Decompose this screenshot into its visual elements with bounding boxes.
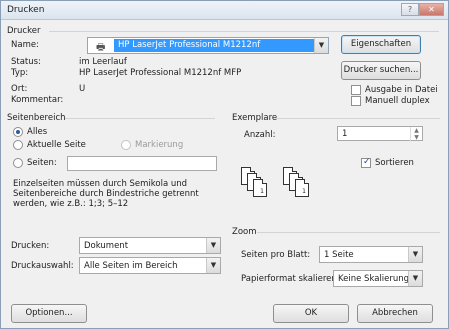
print-what-dropdown[interactable]: Dokument ▼ xyxy=(79,237,221,254)
status-value: im Leerlauf xyxy=(79,57,127,67)
page-range-all-radio[interactable] xyxy=(13,127,23,137)
page-range-pages-label: Seiten: xyxy=(27,158,57,168)
print-to-file-label: Ausgabe in Datei xyxy=(365,85,438,95)
page-range-selection-label: Markierung xyxy=(135,140,184,150)
chevron-down-icon: ▼ xyxy=(206,238,220,253)
page-range-separator xyxy=(65,118,215,119)
page-range-all-label: Alles xyxy=(27,127,48,137)
print-selection-label: Druckauswahl: xyxy=(11,261,74,271)
type-label: Typ: xyxy=(11,68,29,78)
comment-label: Kommentar: xyxy=(11,95,64,105)
properties-button[interactable]: Eigenschaften xyxy=(341,35,421,54)
page-range-hint-1: Einzelseiten müssen durch Semikola und xyxy=(13,179,188,189)
copies-count-label: Anzahl: xyxy=(244,130,276,140)
page-range-current-label: Aktuelle Seite xyxy=(27,140,86,150)
printer-separator xyxy=(49,31,439,32)
window-title: Drucken xyxy=(7,5,45,15)
zoom-title: Zoom xyxy=(232,227,257,237)
page-range-title: Seitenbereich xyxy=(7,113,66,123)
pages-per-sheet-value: 1 Seite xyxy=(324,250,354,260)
close-icon[interactable]: ✕ xyxy=(419,3,444,16)
printer-icon: 🖶 xyxy=(96,42,106,53)
copies-count-value: 1 xyxy=(342,129,348,139)
collate-checkbox[interactable] xyxy=(361,157,371,168)
printer-name-value: HP LaserJet Professional M1212nf xyxy=(114,39,320,52)
chevron-down-icon: ▼ xyxy=(408,271,422,286)
copies-count-input[interactable]: 1 ▲ ▼ xyxy=(337,126,423,142)
chevron-down-icon: ▼ xyxy=(206,258,220,273)
print-dialog: Drucken ? ✕ Drucker Name: 🖶 HP LaserJet … xyxy=(0,0,449,329)
scale-dropdown[interactable]: Keine Skalierung ▼ xyxy=(333,270,423,287)
chevron-down-icon: ▼ xyxy=(314,38,328,53)
copies-separator xyxy=(275,118,440,119)
collate-page-icon: 1 xyxy=(253,179,267,197)
type-value: HP LaserJet Professional M1212nf MFP xyxy=(79,68,242,78)
ok-button[interactable]: OK xyxy=(273,304,349,323)
print-selection-value: Alle Seiten im Bereich xyxy=(84,261,178,271)
chevron-down-icon: ▼ xyxy=(408,247,422,262)
print-selection-dropdown[interactable]: Alle Seiten im Bereich ▼ xyxy=(79,257,221,274)
scale-label: Papierformat skalieren: xyxy=(241,274,340,284)
pages-per-sheet-dropdown[interactable]: 1 Seite ▼ xyxy=(319,246,423,263)
printer-section-title: Drucker xyxy=(7,26,41,36)
collate-page-icon: 1 xyxy=(295,179,309,197)
print-what-value: Dokument xyxy=(84,241,129,251)
title-bar-buttons: ? ✕ xyxy=(401,3,444,16)
print-to-file-checkbox[interactable] xyxy=(351,85,361,95)
page-range-current-radio[interactable] xyxy=(13,140,23,150)
status-label: Status: xyxy=(11,57,41,67)
cancel-button[interactable]: Abbrechen xyxy=(357,304,433,323)
page-range-pages-radio[interactable] xyxy=(13,158,23,168)
location-label: Ort: xyxy=(11,84,28,94)
page-range-selection-radio xyxy=(121,140,131,150)
help-icon[interactable]: ? xyxy=(401,3,419,16)
manual-duplex-label: Manuell duplex xyxy=(365,96,430,106)
copies-spinner[interactable]: ▲ ▼ xyxy=(410,127,422,142)
printer-name-dropdown[interactable]: 🖶 HP LaserJet Professional M1212nf ▼ xyxy=(87,37,329,54)
page-range-hint-2: Seitenbereiche durch Bindestriche getren… xyxy=(13,189,199,199)
printer-name-label: Name: xyxy=(11,40,39,50)
pages-per-sheet-label: Seiten pro Blatt: xyxy=(241,250,311,260)
page-range-hint-3: werden, wie z.B.: 1;3; 5–12 xyxy=(13,199,129,209)
title-bar: Drucken ? ✕ xyxy=(1,1,448,20)
scale-value: Keine Skalierung xyxy=(338,274,410,284)
find-printer-button[interactable]: Drucker suchen... xyxy=(341,61,421,80)
collate-label: Sortieren xyxy=(375,158,414,168)
zoom-separator xyxy=(257,232,440,233)
pages-input[interactable] xyxy=(67,156,217,171)
manual-duplex-checkbox[interactable] xyxy=(351,96,361,106)
copies-title: Exemplare xyxy=(232,113,278,123)
options-button[interactable]: Optionen... xyxy=(11,304,87,323)
location-value: U xyxy=(79,84,86,94)
print-what-label: Drucken: xyxy=(11,241,50,251)
